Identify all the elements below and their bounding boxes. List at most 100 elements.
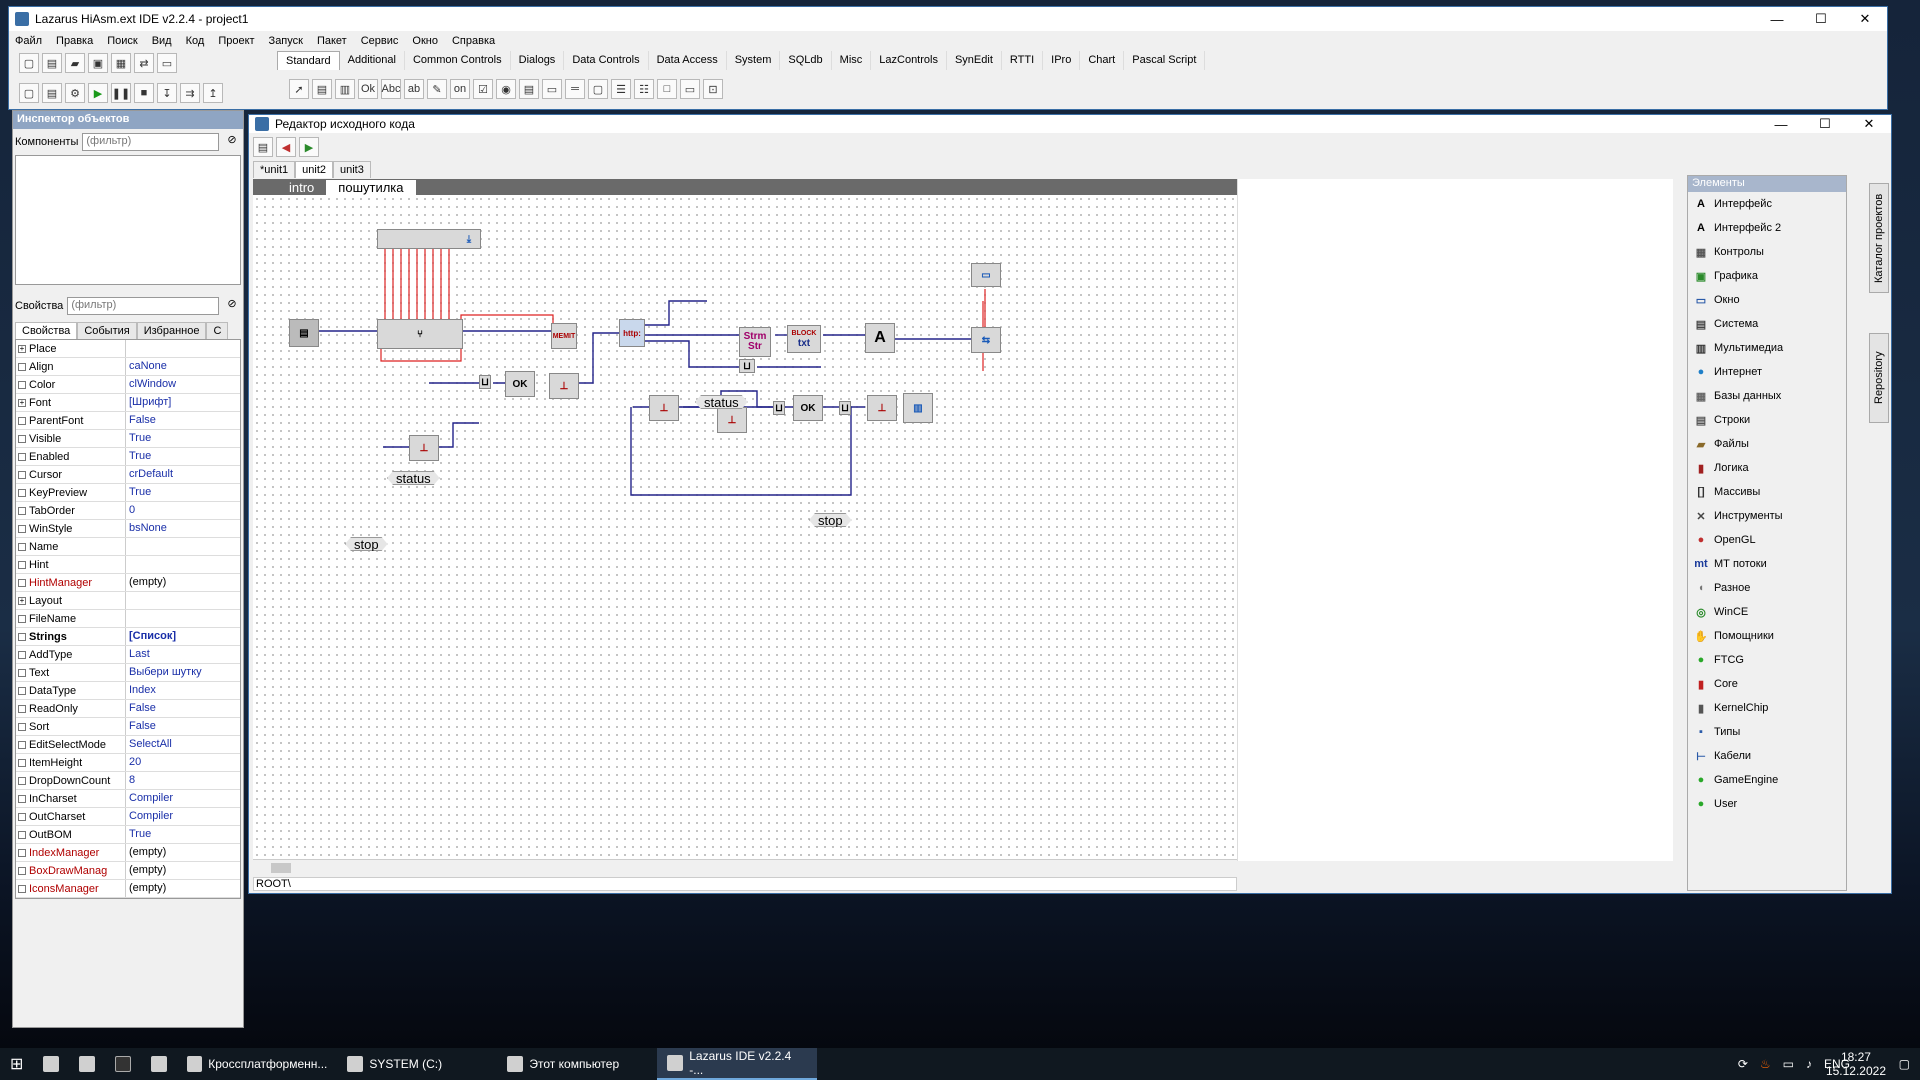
element-group-item[interactable]: ✕ Инструменты <box>1688 504 1846 528</box>
tbutton-icon[interactable]: Ok <box>358 79 378 99</box>
checkbox-icon[interactable] <box>18 848 26 857</box>
tray-volume-icon[interactable]: ♪ <box>1806 1057 1812 1071</box>
checkbox-icon[interactable] <box>18 686 26 695</box>
property-row[interactable]: Hint <box>16 556 240 574</box>
window-component[interactable]: ▭ <box>971 263 1001 287</box>
tray-flame-icon[interactable]: ♨ <box>1760 1057 1771 1071</box>
selection-pointer-icon[interactable]: ➚ <box>289 79 309 99</box>
property-value[interactable]: SelectAll <box>126 736 240 753</box>
property-value[interactable]: 0 <box>126 502 240 519</box>
timer-component-1[interactable]: ⊥ <box>549 373 579 399</box>
checkbox-icon[interactable] <box>18 740 26 749</box>
block-txt-component[interactable]: BLOCK txt <box>787 325 821 353</box>
property-row[interactable]: Visible True <box>16 430 240 448</box>
menu-search[interactable]: Поиск <box>107 35 137 47</box>
checkbox-icon[interactable] <box>18 884 26 893</box>
expand-icon[interactable]: + <box>18 596 26 605</box>
expand-icon[interactable]: + <box>18 344 26 353</box>
split-component[interactable]: ⊔ <box>739 359 755 373</box>
property-row[interactable]: Name <box>16 538 240 556</box>
checkbox-icon[interactable] <box>18 704 26 713</box>
notifications-icon[interactable]: ▢ <box>1889 1048 1920 1080</box>
tab-intro[interactable]: intro <box>277 180 326 195</box>
minimize-button[interactable]: — <box>1755 7 1799 31</box>
property-row[interactable]: OutBOM True <box>16 826 240 844</box>
open-icon[interactable]: ▰ <box>65 53 85 73</box>
property-row[interactable]: FileName <box>16 610 240 628</box>
component-tree[interactable] <box>15 155 241 285</box>
checkbox-icon[interactable] <box>18 488 26 497</box>
taskbar-pin-4[interactable] <box>141 1048 177 1080</box>
property-row[interactable]: Cursor crDefault <box>16 466 240 484</box>
tab-events[interactable]: События <box>77 322 137 339</box>
scheme-canvas[interactable]: ▤ ⤓ ⑂ MEMIT http: Strm Str BLOCK txt A ▭ ⇆… <box>253 195 1237 859</box>
view-units-icon[interactable]: ▢ <box>19 83 39 103</box>
checkbox-icon[interactable] <box>18 614 26 623</box>
expand-icon[interactable]: + <box>18 398 26 407</box>
property-row[interactable]: TabOrder 0 <box>16 502 240 520</box>
element-group-item[interactable]: A Интерфейс 2 <box>1688 216 1846 240</box>
memit-component[interactable]: MEMIT <box>551 323 577 349</box>
checkbox-icon[interactable] <box>18 506 26 515</box>
form-component[interactable]: ▤ <box>289 319 319 347</box>
element-group-item[interactable]: ▭ Окно <box>1688 288 1846 312</box>
property-value[interactable]: [Шрифт] <box>126 394 240 411</box>
property-value[interactable]: True <box>126 826 240 843</box>
property-value[interactable]: (empty) <box>126 862 240 879</box>
toggle-form-icon[interactable]: ⇄ <box>134 53 154 73</box>
stop-icon[interactable]: ■ <box>134 83 154 103</box>
tray-sync-icon[interactable]: ⟳ <box>1738 1057 1748 1071</box>
tab-unit1[interactable]: *unit1 <box>253 161 296 178</box>
tscrollbar-icon[interactable]: ═ <box>565 79 585 99</box>
stop-label-1[interactable]: stop <box>809 513 852 527</box>
property-value[interactable]: Last <box>126 646 240 663</box>
taskbar-pin-3[interactable] <box>105 1048 141 1080</box>
tmainmenu-icon[interactable]: ▤ <box>312 79 332 99</box>
checkbox-icon[interactable] <box>18 722 26 731</box>
element-group-item[interactable]: ● GameEngine <box>1688 768 1846 792</box>
forward-arrow-icon[interactable]: ▶ <box>299 137 319 157</box>
property-row[interactable]: IconsManager (empty) <box>16 880 240 898</box>
checkbox-icon[interactable] <box>18 632 26 641</box>
element-group-item[interactable]: ◖ Разное <box>1688 576 1846 600</box>
checkbox-icon[interactable] <box>18 794 26 803</box>
editor-minimize-button[interactable]: — <box>1759 115 1803 133</box>
timer-component-3[interactable]: ⊥ <box>649 395 679 421</box>
tab-synedit[interactable]: SynEdit <box>947 51 1002 70</box>
maximize-button[interactable]: ☐ <box>1799 7 1843 31</box>
property-value[interactable]: 20 <box>126 754 240 771</box>
properties-filter-input[interactable]: (фильтр) <box>67 297 219 315</box>
property-value[interactable]: False <box>126 700 240 717</box>
stop-label-2[interactable]: stop <box>345 537 388 551</box>
editor-maximize-button[interactable]: ☐ <box>1803 115 1847 133</box>
element-group-item[interactable]: ⊢ Кабели <box>1688 744 1846 768</box>
property-row[interactable]: ReadOnly False <box>16 700 240 718</box>
property-value[interactable]: Выбери шутку <box>126 664 240 681</box>
new-unit-icon[interactable]: ▢ <box>19 53 39 73</box>
ok-button-component-2[interactable]: OK <box>793 395 823 421</box>
taskbar-app[interactable]: Кроссплатформенн... <box>177 1048 337 1080</box>
property-row[interactable]: ParentFont False <box>16 412 240 430</box>
tab-properties[interactable]: Свойства <box>15 322 78 339</box>
property-row[interactable]: ItemHeight 20 <box>16 754 240 772</box>
timer-component-2[interactable]: ⊥ <box>409 435 439 461</box>
element-group-item[interactable]: ▰ Файлы <box>1688 432 1846 456</box>
hub-top-component[interactable]: ⤓ <box>377 229 481 249</box>
element-group-item[interactable]: ▪ Типы <box>1688 720 1846 744</box>
menu-tools[interactable]: Сервис <box>361 35 399 47</box>
filter-clear-icon[interactable]: ⊘ <box>223 133 241 151</box>
tab-favorites[interactable]: Избранное <box>136 322 207 339</box>
http-component[interactable]: http: <box>619 319 645 347</box>
element-group-item[interactable]: ● OpenGL <box>1688 528 1846 552</box>
tab-rtti[interactable]: RTTI <box>1002 51 1044 70</box>
property-value[interactable]: True <box>126 448 240 465</box>
tab-project-catalog[interactable]: Каталог проектов <box>1869 183 1889 293</box>
property-value[interactable]: caNone <box>126 358 240 375</box>
tcheckbox-icon[interactable]: ☑ <box>473 79 493 99</box>
property-value[interactable]: clWindow <box>126 376 240 393</box>
tab-data-controls[interactable]: Data Controls <box>564 51 649 70</box>
status-label-2[interactable]: status <box>387 471 440 485</box>
element-group-item[interactable]: ▥ Мультимедиа <box>1688 336 1846 360</box>
properties-filter-clear-icon[interactable]: ⊘ <box>223 297 241 315</box>
editor-menu-icon[interactable]: ▤ <box>253 137 273 157</box>
